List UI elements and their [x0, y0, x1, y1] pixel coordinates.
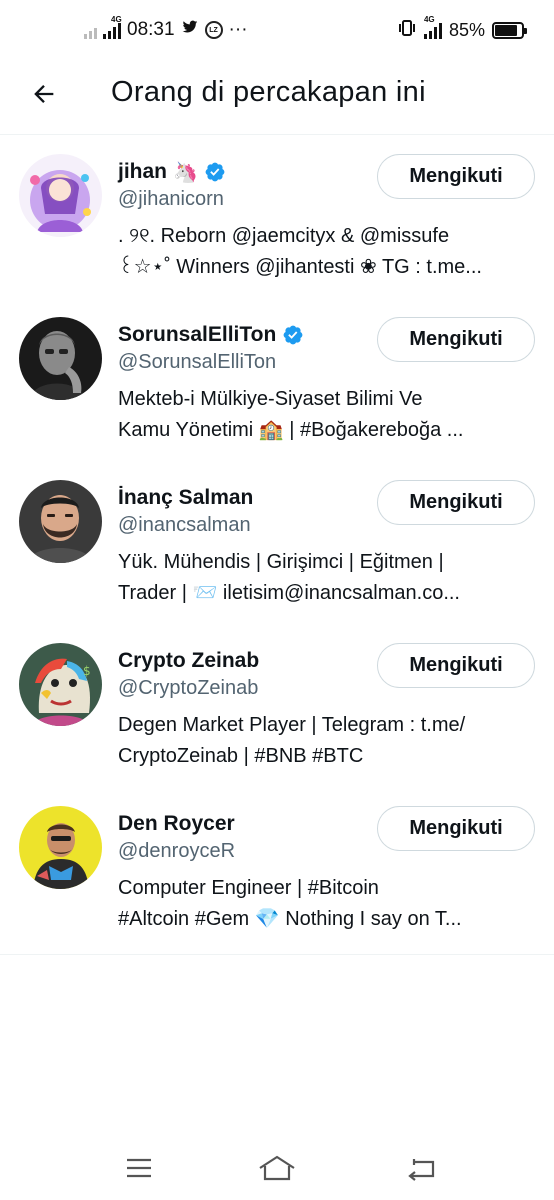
bio-line: ꒰☆⋆˚ Winners @jihantesti ❀ TG : t.me... — [118, 256, 482, 278]
bio-line: Mekteb-i Mülkiye-Siyaset Bilimi Ve — [118, 388, 423, 410]
bio-line: Kamu Yönetimi 🏫 | #Boğakereboğa ... — [118, 419, 464, 441]
back-button[interactable] — [22, 72, 66, 116]
battery-icon — [492, 21, 527, 39]
bio-line: . ୨୧. Reborn @jaemcityx & @missufe — [118, 225, 450, 247]
following-button[interactable]: Mengikuti — [377, 643, 535, 688]
user-name-row: jihan 🦄 — [118, 158, 226, 186]
home-icon — [259, 1155, 295, 1181]
status-time: 08:31 — [127, 19, 175, 40]
user-handle: @inancsalman — [118, 514, 251, 536]
twitter-bird-icon — [181, 19, 199, 41]
user-name[interactable]: SorunsalElliTon — [118, 323, 276, 347]
avatar[interactable] — [19, 154, 102, 237]
back-return-icon — [408, 1159, 435, 1181]
following-button[interactable]: Mengikuti — [377, 317, 535, 362]
user-name-row: İnanç Salman — [118, 484, 253, 512]
user-list-item[interactable]: Den Roycer @denroyceR Computer Engineer … — [0, 787, 554, 950]
user-list-item[interactable]: jihan 🦄 @jihanicorn . ୨୧. Reborn @jaemci… — [0, 135, 554, 298]
battery-percent: 85% — [448, 19, 485, 40]
page-header: Orang di percakapan ini — [0, 60, 554, 135]
avatar[interactable]: $ — [19, 643, 102, 726]
page-title: Orang di percakapan ini — [111, 76, 426, 108]
user-list: jihan 🦄 @jihanicorn . ୨୧. Reborn @jaemci… — [0, 135, 554, 950]
bio-line: CryptoZeinab | #BNB #BTC — [118, 745, 364, 767]
user-handle: @SorunsalElliTon — [118, 351, 277, 373]
user-bio: Computer Engineer | #Bitcoin #Altcoin #G… — [118, 873, 536, 935]
status-bar-left: 4G 08:31 LZ ··· — [84, 15, 248, 44]
avatar[interactable] — [19, 806, 102, 889]
more-notifications-icon: ··· — [228, 19, 248, 40]
following-button[interactable]: Mengikuti — [377, 154, 535, 199]
user-handle: @denroyceR — [118, 840, 236, 862]
status-bar: 4G 08:31 LZ ··· 4G 85% — [0, 0, 554, 60]
recent-apps-button[interactable] — [119, 1150, 159, 1186]
user-list-item[interactable]: İnanç Salman @inancsalman Yük. Mühendis … — [0, 461, 554, 624]
lazada-app-icon: LZ — [204, 21, 223, 39]
user-list-item[interactable]: SorunsalElliTon @SorunsalElliTon Mekteb-… — [0, 298, 554, 461]
user-bio: . ୨୧. Reborn @jaemcityx & @missufe ꒰☆⋆˚ … — [118, 221, 536, 283]
user-bio: Mekteb-i Mülkiye-Siyaset Bilimi Ve Kamu … — [118, 384, 536, 446]
system-nav-bar — [0, 1138, 554, 1200]
arrow-left-icon — [34, 85, 54, 103]
signal-4g-icon: 4G — [103, 15, 122, 39]
user-name-row: SorunsalElliTon — [118, 321, 304, 349]
unicorn-emoji: 🦄 — [173, 161, 198, 184]
svg-text:$: $ — [83, 664, 91, 678]
following-button[interactable]: Mengikuti — [377, 480, 535, 525]
user-name-row: Crypto Zeinab — [118, 647, 259, 675]
signal-4g-right-icon: 4G — [423, 15, 442, 39]
user-bio: Degen Market Player | Telegram : t.me/ C… — [118, 710, 536, 772]
menu-lines-icon — [127, 1158, 151, 1178]
vibrate-icon — [397, 18, 417, 43]
user-name[interactable]: İnanç Salman — [118, 486, 253, 510]
back-nav-button[interactable] — [401, 1150, 441, 1186]
list-divider — [0, 954, 554, 955]
bio-line: #Altcoin #Gem 💎 Nothing I say on T... — [118, 908, 462, 930]
home-button[interactable] — [257, 1150, 297, 1186]
user-handle: @jihanicorn — [118, 188, 224, 210]
avatar[interactable] — [19, 317, 102, 400]
status-bar-right: 4G 85% — [397, 15, 527, 44]
signal-weak-icon — [84, 21, 97, 39]
verified-badge-icon — [205, 162, 225, 182]
user-name[interactable]: Den Roycer — [118, 812, 235, 836]
avatar[interactable] — [19, 480, 102, 563]
bio-line: Yük. Mühendis | Girişimci | Eğitmen | — [118, 551, 444, 573]
user-name[interactable]: jihan — [118, 160, 167, 184]
bio-line: Trader | 📨 iletisim@inancsalman.co... — [118, 582, 460, 604]
bio-line: Degen Market Player | Telegram : t.me/ — [118, 714, 466, 736]
user-name[interactable]: Crypto Zeinab — [118, 649, 259, 673]
bio-line: Computer Engineer | #Bitcoin — [118, 877, 379, 899]
user-bio: Yük. Mühendis | Girişimci | Eğitmen | Tr… — [118, 547, 536, 609]
following-button[interactable]: Mengikuti — [377, 806, 535, 851]
verified-badge-icon — [283, 325, 303, 345]
user-list-item[interactable]: $ Crypto Zeinab @CryptoZeinab Degen Mark… — [0, 624, 554, 787]
user-handle: @CryptoZeinab — [118, 677, 259, 699]
user-name-row: Den Roycer — [118, 810, 235, 838]
